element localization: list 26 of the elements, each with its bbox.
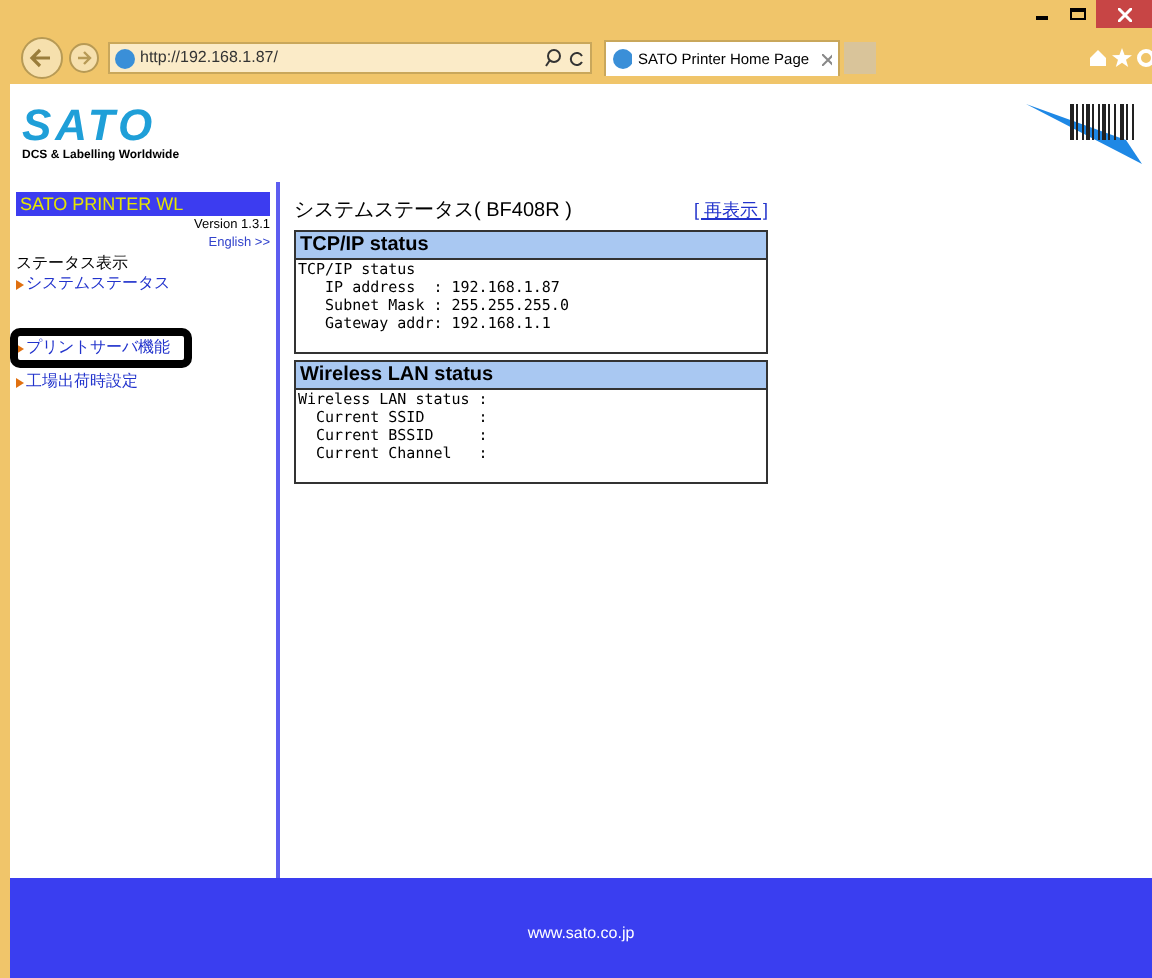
close-icon[interactable] — [821, 53, 832, 65]
globe-icon — [612, 48, 632, 70]
bullet-icon — [16, 377, 24, 387]
back-icon[interactable] — [20, 36, 64, 80]
forward-icon[interactable] — [68, 42, 100, 74]
refresh-link[interactable]: [ 再表示 ] — [693, 198, 768, 225]
section-heading: ステータス表示 — [16, 254, 130, 274]
footer-link[interactable]: www.sato.co.jp — [527, 922, 635, 946]
nav-link[interactable]: システムステータス — [26, 274, 170, 294]
page-title: システムステータス( BF408R ) — [294, 198, 572, 226]
close-icon[interactable] — [1096, 0, 1152, 28]
sidebar-title: SATO PRINTER WL — [16, 192, 270, 216]
panel-title: Wireless LAN status — [296, 362, 766, 390]
globe-icon — [114, 47, 136, 69]
star-icon[interactable] — [1112, 48, 1132, 68]
logo: SATO — [22, 103, 159, 147]
bullet-icon — [16, 343, 24, 353]
refresh-icon[interactable] — [568, 49, 586, 67]
address-bar[interactable]: http://192.168.1.87/ — [108, 42, 592, 74]
barcode-drawing — [1026, 103, 1142, 163]
bullet-icon — [16, 279, 24, 289]
nav-link[interactable]: 工場出荷時設定 — [26, 372, 138, 392]
search-icon[interactable] — [544, 48, 564, 68]
url-text: http://192.168.1.87/ — [140, 46, 278, 70]
nav-link[interactable]: プリントサーバ機能 — [26, 338, 170, 358]
panel-title: TCP/IP status — [296, 232, 766, 260]
